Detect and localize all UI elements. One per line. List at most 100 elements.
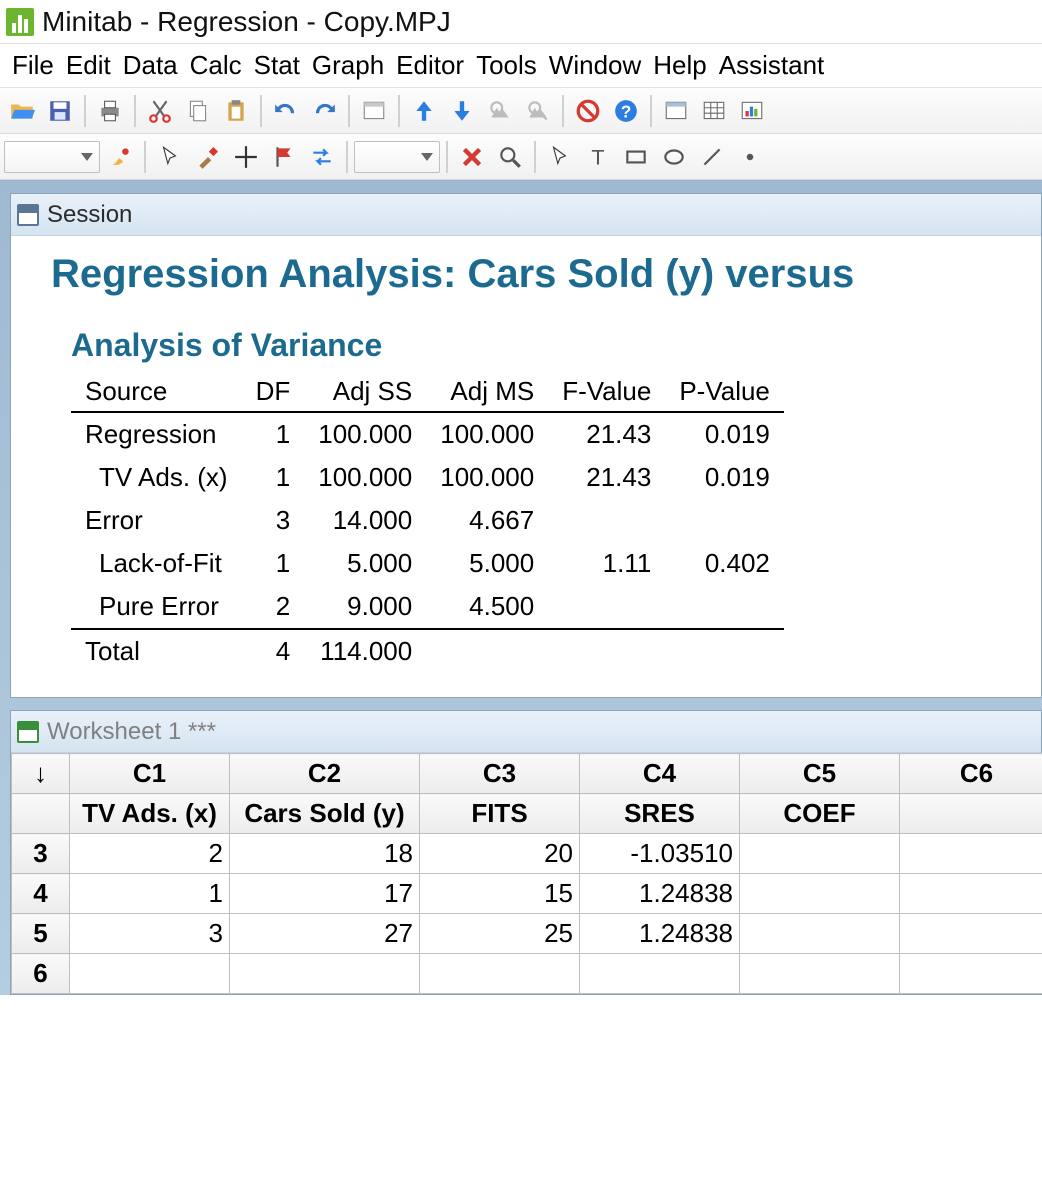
save-button[interactable]: [42, 93, 78, 129]
swap-icon[interactable]: [304, 139, 340, 175]
zoom-icon[interactable]: [492, 139, 528, 175]
menu-tools[interactable]: Tools: [470, 46, 543, 85]
cell[interactable]: [900, 954, 1042, 994]
column-name[interactable]: FITS: [420, 794, 580, 834]
menu-help[interactable]: Help: [647, 46, 712, 85]
copy-button[interactable]: [180, 93, 216, 129]
table-row[interactable]: 321820-1.03510: [12, 834, 1042, 874]
grid-corner-2[interactable]: [12, 794, 70, 834]
menu-stat[interactable]: Stat: [248, 46, 306, 85]
cell[interactable]: [740, 954, 900, 994]
cancel-button[interactable]: [570, 93, 606, 129]
menu-file[interactable]: File: [6, 46, 60, 85]
brush-icon[interactable]: [102, 139, 138, 175]
delete-icon[interactable]: [454, 139, 490, 175]
column-id[interactable]: C2: [230, 754, 420, 794]
find-button[interactable]: [482, 93, 518, 129]
cell[interactable]: 25: [420, 914, 580, 954]
menu-calc[interactable]: Calc: [184, 46, 248, 85]
cell[interactable]: [740, 914, 900, 954]
worksheet-window[interactable]: Worksheet 1 *** ↓C1C2C3C4C5C6 TV Ads. (x…: [10, 710, 1042, 995]
cell[interactable]: 15: [420, 874, 580, 914]
dropdown-1[interactable]: [4, 141, 100, 173]
worksheet-grid[interactable]: ↓C1C2C3C4C5C6 TV Ads. (x)Cars Sold (y)FI…: [11, 753, 1042, 994]
column-id[interactable]: C6: [900, 754, 1042, 794]
session-window-titlebar[interactable]: Session: [11, 194, 1041, 236]
column-name[interactable]: COEF: [740, 794, 900, 834]
show-session-button[interactable]: [658, 93, 694, 129]
anova-cell: 100.000: [426, 412, 548, 456]
previous-button[interactable]: [406, 93, 442, 129]
cell[interactable]: 3: [70, 914, 230, 954]
cell[interactable]: [900, 834, 1042, 874]
cell[interactable]: 1.24838: [580, 874, 740, 914]
anova-cell: TV Ads. (x): [71, 456, 242, 499]
row-header[interactable]: 3: [12, 834, 70, 874]
text-icon[interactable]: T: [580, 139, 616, 175]
cell[interactable]: -1.03510: [580, 834, 740, 874]
table-row[interactable]: 5327251.24838: [12, 914, 1042, 954]
cell[interactable]: 1.24838: [580, 914, 740, 954]
menu-edit[interactable]: Edit: [60, 46, 117, 85]
column-name[interactable]: TV Ads. (x): [70, 794, 230, 834]
select-icon[interactable]: [542, 139, 578, 175]
cell[interactable]: [900, 914, 1042, 954]
rectangle-icon[interactable]: [618, 139, 654, 175]
dropdown-2[interactable]: [354, 141, 440, 173]
paste-button[interactable]: [218, 93, 254, 129]
cell[interactable]: [740, 834, 900, 874]
pointer-icon[interactable]: [152, 139, 188, 175]
help-button[interactable]: ?: [608, 93, 644, 129]
column-id[interactable]: C5: [740, 754, 900, 794]
next-button[interactable]: [444, 93, 480, 129]
anova-cell: 14.000: [304, 499, 426, 542]
cell[interactable]: [580, 954, 740, 994]
cell[interactable]: [740, 874, 900, 914]
flag-icon[interactable]: [266, 139, 302, 175]
menu-graph[interactable]: Graph: [306, 46, 390, 85]
cell[interactable]: 18: [230, 834, 420, 874]
row-header[interactable]: 4: [12, 874, 70, 914]
marker-icon[interactable]: [732, 139, 768, 175]
column-name[interactable]: SRES: [580, 794, 740, 834]
cell[interactable]: 2: [70, 834, 230, 874]
redo-button[interactable]: [306, 93, 342, 129]
menu-editor[interactable]: Editor: [390, 46, 470, 85]
line-icon[interactable]: [694, 139, 730, 175]
column-id[interactable]: C4: [580, 754, 740, 794]
cut-button[interactable]: [142, 93, 178, 129]
show-worksheet-button[interactable]: [696, 93, 732, 129]
show-chart-button[interactable]: [734, 93, 770, 129]
print-button[interactable]: [92, 93, 128, 129]
new-worksheet-button[interactable]: [356, 93, 392, 129]
menu-assistant[interactable]: Assistant: [713, 46, 831, 85]
column-id[interactable]: C1: [70, 754, 230, 794]
session-window[interactable]: Session Regression Analysis: Cars Sold (…: [10, 193, 1042, 698]
cell[interactable]: 1: [70, 874, 230, 914]
table-row[interactable]: 4117151.24838: [12, 874, 1042, 914]
find-next-button[interactable]: [520, 93, 556, 129]
open-button[interactable]: [4, 93, 40, 129]
anova-section-title: Analysis of Variance: [71, 327, 1011, 364]
cell[interactable]: [900, 874, 1042, 914]
row-header[interactable]: 5: [12, 914, 70, 954]
cell[interactable]: 17: [230, 874, 420, 914]
ellipse-icon[interactable]: [656, 139, 692, 175]
grid-corner[interactable]: ↓: [12, 754, 70, 794]
cell[interactable]: 27: [230, 914, 420, 954]
table-row[interactable]: 6: [12, 954, 1042, 994]
brush-tool-icon[interactable]: [190, 139, 226, 175]
menu-data[interactable]: Data: [117, 46, 184, 85]
row-header[interactable]: 6: [12, 954, 70, 994]
column-id[interactable]: C3: [420, 754, 580, 794]
menu-window[interactable]: Window: [543, 46, 647, 85]
cell[interactable]: [420, 954, 580, 994]
undo-button[interactable]: [268, 93, 304, 129]
cell[interactable]: 20: [420, 834, 580, 874]
crosshair-icon[interactable]: [228, 139, 264, 175]
cell[interactable]: [230, 954, 420, 994]
column-name[interactable]: [900, 794, 1042, 834]
worksheet-window-titlebar[interactable]: Worksheet 1 ***: [11, 711, 1041, 753]
column-name[interactable]: Cars Sold (y): [230, 794, 420, 834]
cell[interactable]: [70, 954, 230, 994]
